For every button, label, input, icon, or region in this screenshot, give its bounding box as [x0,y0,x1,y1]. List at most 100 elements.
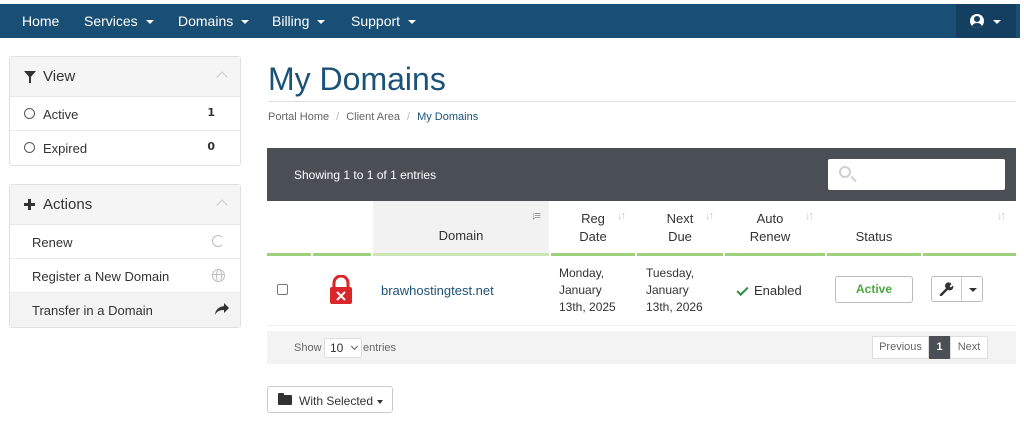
check-icon [736,284,749,297]
caret-down-icon [408,20,417,25]
action-transfer-domain-label: Transfer in a Domain [32,303,153,318]
action-renew[interactable]: Renew [10,225,240,259]
button-divider [961,277,962,301]
breadcrumb: Portal Home / Client Area / My Domains [268,111,478,123]
filter-active[interactable]: Active 1 [10,97,240,131]
caret-down-icon [993,20,1001,24]
nav-services[interactable]: Services [84,4,154,38]
filter-active-label: Active [43,107,79,122]
title-divider [268,101,1016,102]
table-toolbar: Showing 1 to 1 of 1 entries [267,148,1016,201]
breadcrumb-separator: / [336,111,340,123]
top-navbar: Home Services Domains Billing Support [0,4,1020,38]
user-circle-icon [970,14,984,28]
nav-home-label: Home [22,13,60,29]
page-title: My Domains [268,61,446,97]
actions-panel-title: Actions [43,196,93,213]
reg-date-line: Monday, [559,266,605,280]
next-due-cell: Tuesday, January 13th, 2026 [646,265,703,316]
nav-domains-label: Domains [178,13,234,29]
page-1-button[interactable]: 1 [929,336,950,359]
th-status[interactable]: Status [827,201,921,253]
th-actions[interactable]: ↓↑ [923,201,1016,253]
next-due-line: 13th, 2026 [646,300,703,314]
sort-icon: ↓↑ [997,210,1006,222]
with-selected-button[interactable]: With Selected [267,386,393,413]
nav-support-label: Support [351,13,401,29]
account-menu-button[interactable] [956,4,1016,38]
reg-date-line: January [559,283,602,297]
caret-down-icon [145,20,154,25]
table-header: Domain ↓≡ Reg Date ↓↑ Next Due ↓↑ Auto R… [267,201,1016,256]
actions-panel-header[interactable]: Actions [10,185,240,225]
actions-panel: Actions Renew Register a New Domain Tran… [9,184,241,328]
filter-expired-label: Expired [43,141,88,156]
next-due-line: Tuesday, [646,266,695,280]
previous-page-button[interactable]: Previous [872,336,929,359]
search-icon [839,166,851,178]
th-ssl [313,201,371,253]
filter-icon [24,71,36,83]
sort-icon: ↓↑ [805,210,814,222]
nav-home[interactable]: Home [22,4,59,38]
filter-expired-count: 0 [207,140,215,153]
chevron-up-icon[interactable] [216,199,228,211]
folder-open-icon [278,393,292,405]
table-footer: Show 10 entries Previous 1 Next [267,331,1016,364]
th-status-label: Status [855,229,893,244]
chevron-down-icon [350,342,359,351]
caret-down-icon[interactable] [969,288,977,292]
next-page-button[interactable]: Next [950,336,988,359]
sort-desc-icon: ↓≡ [531,210,541,222]
th-reg-date[interactable]: Reg Date ↓↑ [551,201,635,253]
th-domain-label: Domain [438,228,484,243]
th-next-due-line2: Due [668,229,692,244]
chevron-up-icon[interactable] [216,71,228,83]
row-checkbox[interactable] [277,284,288,295]
nav-billing-label: Billing [272,13,310,29]
th-auto-renew[interactable]: Auto Renew ↓↑ [725,201,825,253]
action-register-domain-label: Register a New Domain [32,269,170,284]
breadcrumb-portal-home[interactable]: Portal Home [268,111,329,123]
th-auto-renew-line2: Renew [749,229,791,244]
nav-domains[interactable]: Domains [178,4,250,38]
reg-date-line: 13th, 2025 [559,300,616,314]
table-row[interactable]: brawhostingtest.net Monday, January 13th… [267,256,1016,326]
radio-icon[interactable] [24,108,35,119]
view-panel-title: View [43,68,76,85]
wrench-icon[interactable] [939,282,955,296]
view-panel-header[interactable]: View [10,57,240,97]
th-reg-date-line2: Date [579,229,607,244]
action-renew-label: Renew [32,235,73,250]
entries-label: entries [363,342,397,354]
nav-support[interactable]: Support [351,4,417,38]
filter-active-count: 1 [207,106,215,119]
th-domain[interactable]: Domain ↓≡ [373,201,549,253]
share-icon [215,303,229,315]
page-length-select[interactable]: 10 [324,338,362,358]
filter-expired[interactable]: Expired 0 [10,131,240,165]
domain-link[interactable]: brawhostingtest.net [381,283,494,298]
caret-down-icon [377,400,383,404]
next-due-line: January [646,283,689,297]
reg-date-cell: Monday, January 13th, 2025 [559,265,616,316]
action-register-domain[interactable]: Register a New Domain [10,259,240,293]
radio-icon[interactable] [24,142,35,153]
action-transfer-domain[interactable]: Transfer in a Domain [10,293,240,327]
caret-down-icon [317,20,326,25]
plus-icon [24,199,35,210]
globe-icon [212,269,225,282]
ssl-lock-error-icon [330,275,352,304]
manage-button-group[interactable] [931,276,983,302]
page-length-value: 10 [330,341,344,355]
nav-billing[interactable]: Billing [272,4,326,38]
table-search-input[interactable] [828,159,1005,190]
refresh-icon [212,235,224,247]
th-next-due[interactable]: Next Due ↓↑ [637,201,723,253]
status-badge: Active [835,276,913,303]
breadcrumb-client-area[interactable]: Client Area [346,111,400,123]
auto-renew-cell: Enabled [736,283,802,298]
caret-down-icon [241,20,250,25]
sort-icon: ↓↑ [617,210,626,222]
with-selected-label: With Selected [299,394,374,408]
